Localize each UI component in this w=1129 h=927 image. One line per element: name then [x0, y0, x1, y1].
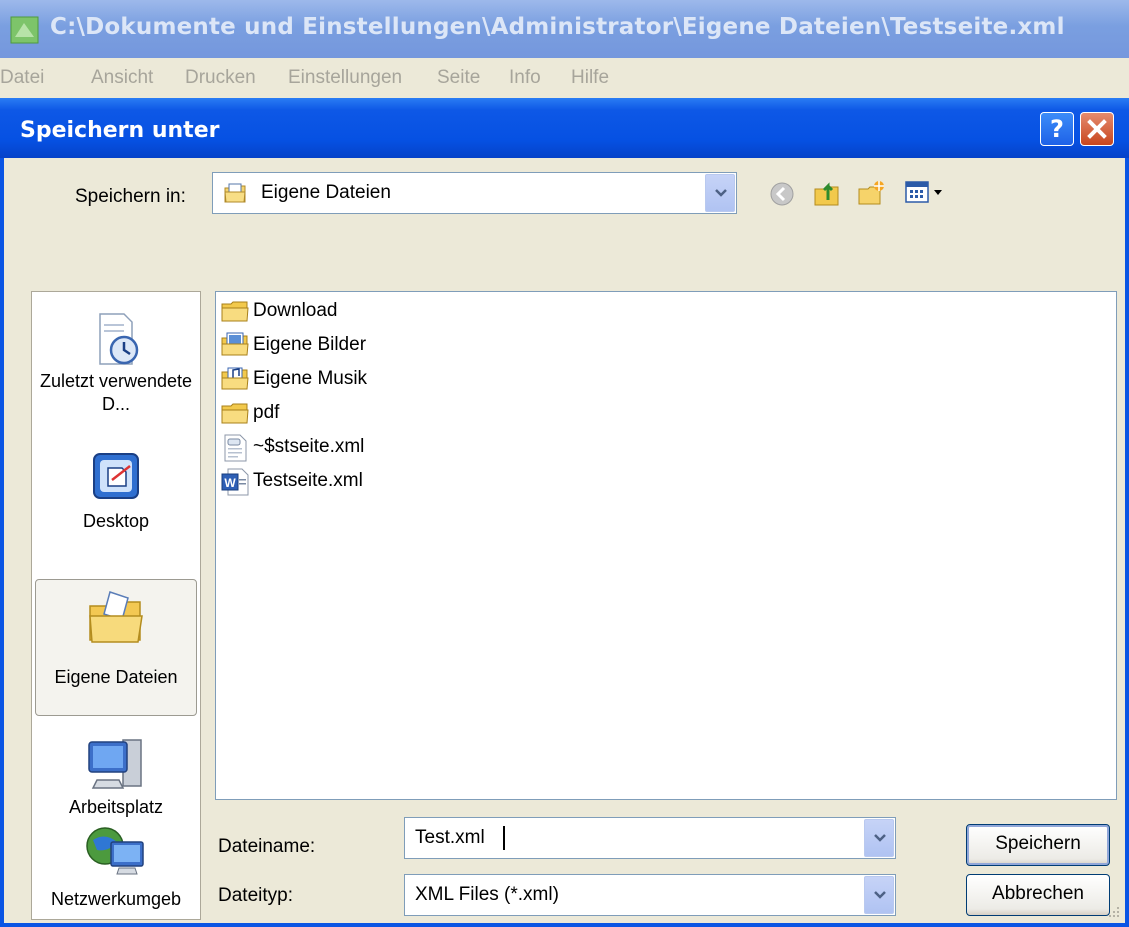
my-documents-icon	[89, 591, 143, 643]
place-network[interactable]: Netzwerkumgeb	[35, 827, 197, 920]
svg-text:W: W	[224, 476, 236, 490]
app-title: C:\Dokumente und Einstellungen\Administr…	[50, 14, 1065, 40]
save-in-dropdown-arrow[interactable]	[705, 174, 735, 212]
save-in-label: Speichern in:	[75, 186, 186, 207]
place-recent[interactable]: Zuletzt verwendete D...	[35, 306, 197, 438]
place-desktop[interactable]: Desktop	[35, 442, 197, 550]
up-folder-icon[interactable]	[812, 178, 842, 208]
app-menubar: Datei Ansicht Drucken Einstellungen Seit…	[0, 58, 1129, 98]
file-name: Testseite.xml	[253, 470, 363, 491]
menu-hilfe[interactable]: Hilfe	[571, 67, 609, 89]
file-name: Eigene Musik	[253, 368, 368, 389]
my-computer-icon	[88, 739, 142, 789]
file-name: Download	[253, 300, 338, 321]
filename-field[interactable]: Test.xml	[404, 817, 896, 859]
filetype-dropdown[interactable]: XML Files (*.xml)	[404, 874, 896, 916]
menu-seite[interactable]: Seite	[437, 67, 480, 89]
file-list[interactable]: Download Eigene Bilder Eigene Musik pdf …	[215, 291, 1117, 800]
music-folder-icon	[221, 367, 249, 390]
file-name: Eigene Bilder	[253, 334, 367, 355]
place-label-desktop: Desktop	[82, 511, 150, 531]
network-icon	[86, 827, 144, 875]
filetype-dropdown-arrow[interactable]	[864, 876, 894, 914]
save-as-dialog: Speichern unter ? Speichern in: Eigene D…	[0, 98, 1129, 927]
filetype-value: XML Files (*.xml)	[415, 884, 559, 905]
chevron-down-icon	[715, 189, 727, 197]
my-documents-small-icon	[224, 183, 246, 203]
text-cursor	[503, 826, 505, 850]
menu-einstellungen[interactable]: Einstellungen	[288, 67, 402, 89]
save-in-dropdown[interactable]: Eigene Dateien	[212, 172, 737, 214]
close-icon	[1087, 119, 1107, 139]
file-name: pdf	[253, 402, 280, 423]
file-name: ~$stseite.xml	[253, 436, 365, 457]
filename-label: Dateiname:	[218, 836, 316, 857]
menu-datei[interactable]: Datei	[0, 67, 44, 89]
dialog-title: Speichern unter	[20, 118, 220, 143]
dialog-title-bar[interactable]: Speichern unter ?	[0, 98, 1129, 158]
save-button[interactable]: Speichern	[966, 824, 1110, 866]
menu-info[interactable]: Info	[509, 67, 541, 89]
app-icon	[10, 16, 39, 44]
places-bar: Zuletzt verwendete D... Desktop Eigene D…	[31, 291, 201, 920]
back-icon[interactable]	[769, 181, 795, 207]
place-label-my-computer: Arbeitsplatz	[68, 797, 164, 817]
view-menu-icon[interactable]	[904, 179, 948, 207]
desktop-icon	[93, 453, 139, 499]
word-xml-file-icon: W	[221, 468, 249, 496]
place-label-recent: Zuletzt verwendete D...	[39, 371, 193, 414]
chevron-down-icon	[874, 834, 886, 842]
place-label-network: Netzwerkumgeb	[50, 889, 182, 909]
filetype-label: Dateityp:	[218, 885, 293, 906]
help-icon: ?	[1050, 115, 1064, 143]
help-button[interactable]: ?	[1040, 112, 1074, 146]
filename-value: Test.xml	[415, 827, 485, 848]
filename-dropdown-arrow[interactable]	[864, 819, 894, 857]
menu-drucken[interactable]: Drucken	[185, 67, 256, 89]
folder-icon	[221, 403, 249, 424]
place-label-my-documents: Eigene Dateien	[54, 667, 178, 687]
menu-ansicht[interactable]: Ansicht	[91, 67, 153, 89]
dialog-body: Speichern in: Eigene Dateien Zuletzt ver…	[4, 158, 1125, 923]
cancel-button[interactable]: Abbrechen	[966, 874, 1110, 916]
chevron-down-icon	[874, 891, 886, 899]
folder-icon	[221, 301, 249, 322]
pictures-folder-icon	[221, 332, 249, 356]
resize-grip-icon[interactable]	[1105, 903, 1121, 919]
close-button[interactable]	[1080, 112, 1114, 146]
place-my-documents[interactable]: Eigene Dateien	[35, 579, 197, 716]
xml-file-icon	[224, 434, 247, 462]
new-folder-icon[interactable]	[856, 178, 886, 208]
save-in-value: Eigene Dateien	[261, 182, 391, 203]
recent-documents-icon	[99, 313, 139, 365]
app-title-bar: C:\Dokumente und Einstellungen\Administr…	[0, 0, 1129, 58]
